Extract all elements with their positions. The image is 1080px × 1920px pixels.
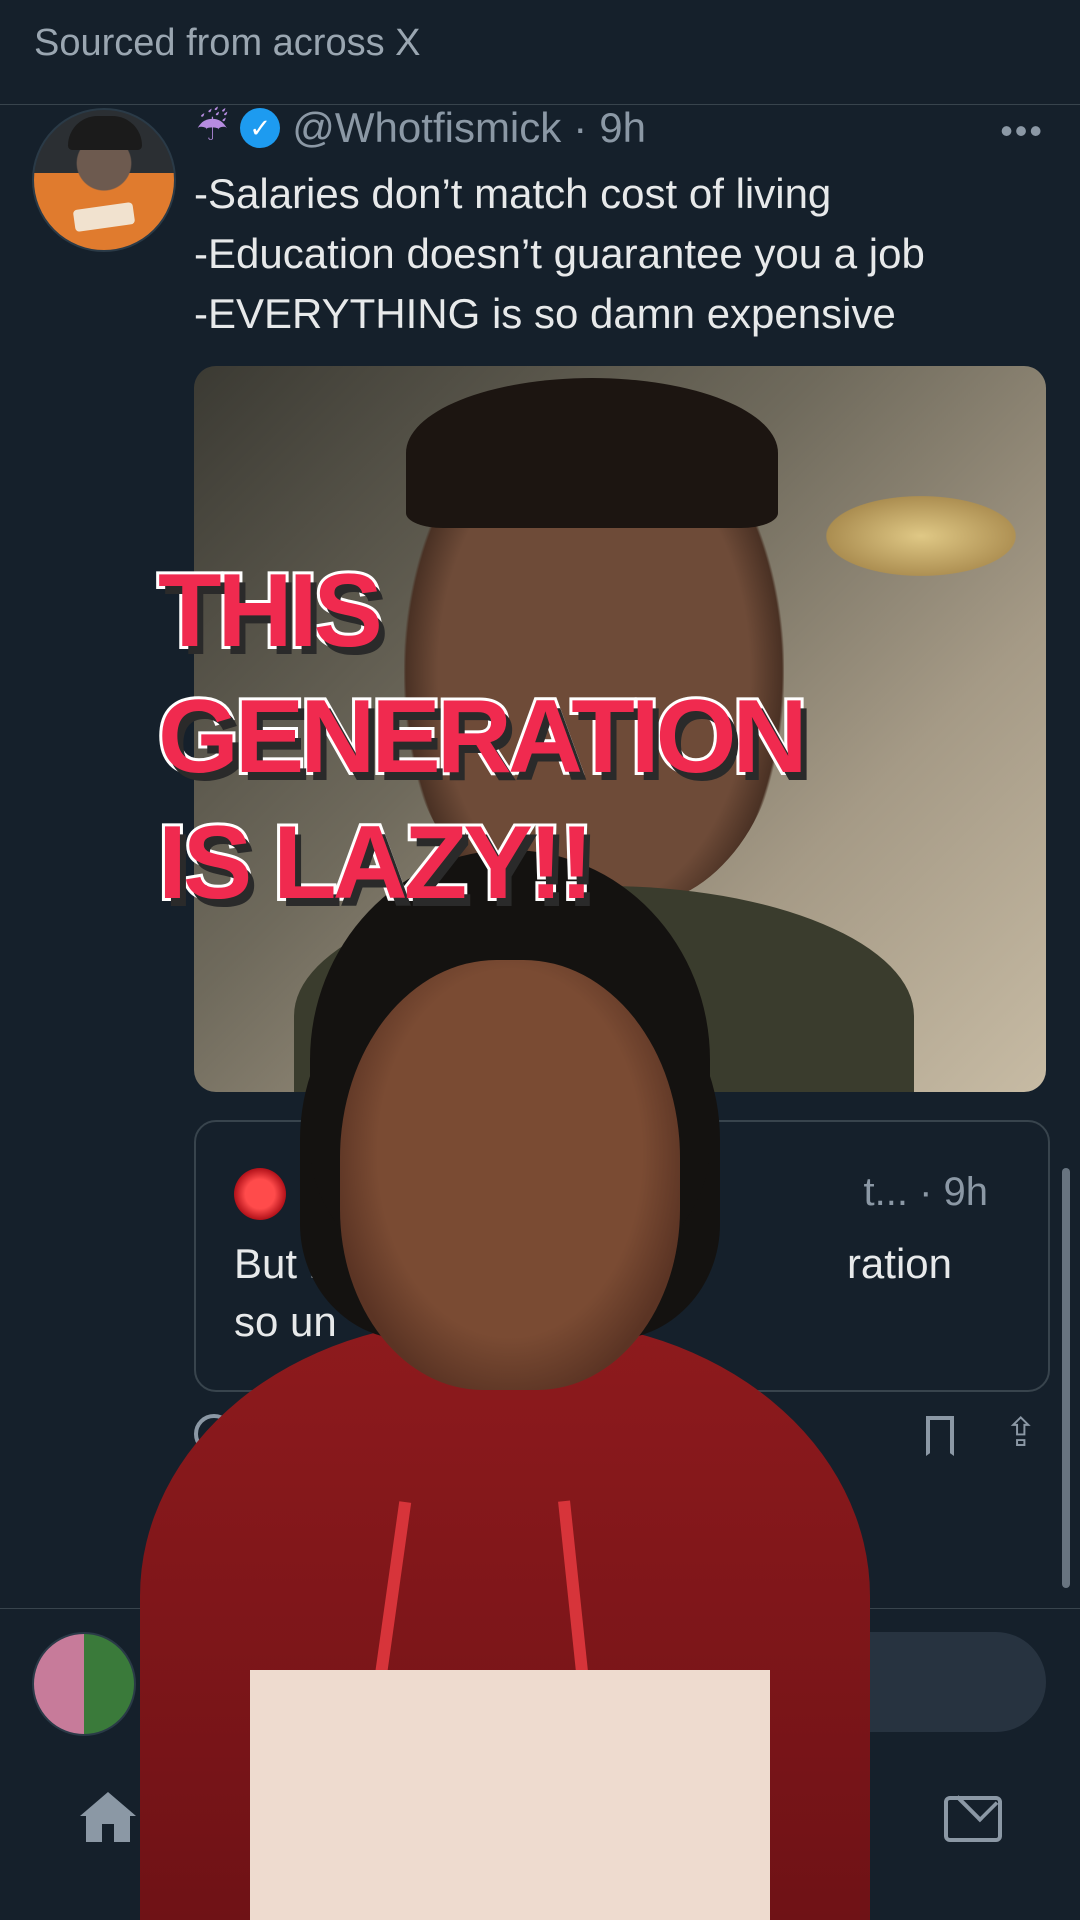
home-icon[interactable] xyxy=(80,1792,136,1842)
tweet-text: -Salaries don’t match cost of living -Ed… xyxy=(194,164,925,344)
tweet-line: -EVERYTHING is so damn expensive xyxy=(194,290,896,337)
author-avatar[interactable] xyxy=(32,108,176,252)
more-options-icon[interactable]: ••• xyxy=(1000,110,1044,152)
creator-face xyxy=(340,960,680,1390)
hoodie-print xyxy=(250,1670,770,1920)
caption-line: THIS xyxy=(155,550,386,672)
avatar-cap xyxy=(68,116,142,150)
bookmark-icon[interactable] xyxy=(926,1416,954,1456)
video-caption: THIS GENERATION IS LAZY!! xyxy=(155,548,811,926)
header-separator: · xyxy=(573,104,588,151)
background-lamp xyxy=(826,496,1016,576)
creator-overlay xyxy=(140,850,870,1920)
umbrella-emoji-icon: ☔ xyxy=(196,107,229,148)
sourced-label: Sourced from across X xyxy=(34,22,421,64)
caption-line: IS LAZY!! xyxy=(155,802,597,924)
man-hair xyxy=(406,378,778,528)
verified-badge-icon: ✓ xyxy=(240,108,281,148)
tweet-line: -Salaries don’t match cost of living xyxy=(194,170,832,217)
current-user-avatar[interactable] xyxy=(32,1632,136,1736)
author-handle[interactable]: @Whotfismick xyxy=(292,104,561,152)
caption-line: GENERATION xyxy=(155,676,811,798)
quoted-meta: t... · 9h xyxy=(863,1170,989,1214)
scrollbar[interactable] xyxy=(1062,1168,1070,1588)
home-door xyxy=(102,1824,114,1842)
share-icon[interactable]: ⇪ xyxy=(1004,1410,1038,1456)
home-roof xyxy=(80,1792,136,1816)
tweet-line: -Education doesn’t guarantee you a job xyxy=(194,230,925,277)
mail-icon[interactable] xyxy=(944,1796,1002,1842)
tweet-header: ☔ ✓ @Whotfismick · 9h xyxy=(196,100,646,156)
top-bar: Sourced from across X xyxy=(0,0,1080,105)
tweet-time: 9h xyxy=(599,104,646,151)
avatar-jersey xyxy=(72,201,136,233)
